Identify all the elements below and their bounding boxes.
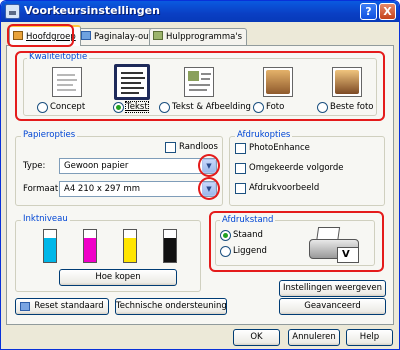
- advanced-button[interactable]: Geavanceerd: [279, 298, 386, 315]
- concept-label[interactable]: Concept: [50, 102, 85, 112]
- yellow-ink-fill: [124, 238, 136, 262]
- text-image-radio[interactable]: [159, 102, 170, 113]
- cyan-ink-bar: [43, 229, 57, 263]
- type-dropdown-highlight: [198, 154, 220, 177]
- printer-icon: [5, 4, 20, 19]
- photo-label[interactable]: Foto: [266, 102, 284, 112]
- print-options-label: Afdrukopties: [235, 130, 293, 140]
- best-photo-radio[interactable]: [317, 102, 328, 113]
- text-image-quality-icon: [184, 67, 214, 97]
- paper-format-value: A4 210 x 297 mm: [64, 184, 141, 194]
- window-title: Voorkeursinstellingen: [24, 4, 160, 17]
- format-label: Formaat:: [23, 184, 62, 194]
- reset-icon: [20, 302, 30, 311]
- text-image-label[interactable]: Tekst & Afbeelding: [172, 102, 251, 112]
- borderless-label[interactable]: Randloos: [179, 142, 218, 152]
- tab-label: Paginalay-out: [94, 32, 152, 42]
- title-bar: Voorkeursinstellingen ? X: [1, 1, 399, 22]
- magenta-ink-bar: [83, 229, 97, 263]
- tab-label: Hulpprogramma's: [166, 32, 243, 42]
- draft-quality-icon: [52, 67, 82, 97]
- paper-options-label: Papieropties: [21, 130, 78, 140]
- tab-hulpprogrammas[interactable]: Hulpprogramma's: [149, 28, 248, 45]
- tab-highlight: [7, 24, 74, 47]
- help-button[interactable]: Help: [346, 329, 393, 346]
- best-photo-label[interactable]: Beste foto: [330, 102, 373, 112]
- help-title-button[interactable]: ?: [360, 3, 377, 20]
- photoenhance-checkbox[interactable]: [235, 143, 246, 154]
- reverse-order-label[interactable]: Omgekeerde volgorde: [249, 163, 344, 173]
- printer-preferences-window: Voorkeursinstellingen ? X Paginalay-out …: [0, 0, 400, 350]
- technical-support-button[interactable]: Technische ondersteuning: [115, 298, 227, 315]
- black-ink-bar: [163, 229, 177, 263]
- format-dropdown-highlight: [198, 177, 220, 200]
- tools-icon: [153, 31, 163, 40]
- tab-paginalayout[interactable]: Paginalay-out: [77, 28, 157, 45]
- paper-type-select[interactable]: Gewoon papier: [59, 158, 217, 174]
- text-label[interactable]: Tekst: [125, 101, 149, 113]
- cyan-ink-fill: [44, 238, 56, 262]
- reset-defaults-label: Reset standaard: [34, 301, 104, 311]
- cancel-button[interactable]: Annuleren: [288, 329, 340, 346]
- best-photo-quality-icon: [332, 67, 362, 97]
- text-radio[interactable]: [113, 102, 124, 113]
- layout-icon: [81, 31, 91, 40]
- reset-defaults-button[interactable]: Reset standaard: [15, 298, 109, 315]
- how-to-buy-button[interactable]: Hoe kopen: [59, 269, 177, 286]
- magenta-ink-fill: [84, 238, 96, 262]
- close-button[interactable]: X: [379, 3, 396, 20]
- type-label: Type:: [23, 161, 46, 171]
- concept-radio[interactable]: [37, 102, 48, 113]
- ok-button[interactable]: OK: [233, 329, 280, 346]
- ink-level-label: Inktniveau: [21, 214, 70, 224]
- photo-radio[interactable]: [253, 102, 264, 113]
- borderless-checkbox[interactable]: [165, 142, 176, 153]
- paper-type-value: Gewoon papier: [64, 161, 129, 171]
- black-ink-fill: [164, 238, 176, 262]
- orientation-highlight: [209, 211, 384, 272]
- paper-format-select[interactable]: A4 210 x 297 mm: [59, 181, 217, 197]
- show-settings-button[interactable]: Instellingen weergeven: [279, 280, 386, 297]
- preview-checkbox[interactable]: [235, 183, 246, 194]
- yellow-ink-bar: [123, 229, 137, 263]
- text-quality-icon: [114, 64, 150, 100]
- photo-quality-icon: [263, 67, 293, 97]
- reverse-order-checkbox[interactable]: [235, 163, 246, 174]
- photoenhance-label[interactable]: PhotoEnhance: [249, 143, 310, 153]
- preview-label[interactable]: Afdrukvoorbeeld: [249, 183, 319, 193]
